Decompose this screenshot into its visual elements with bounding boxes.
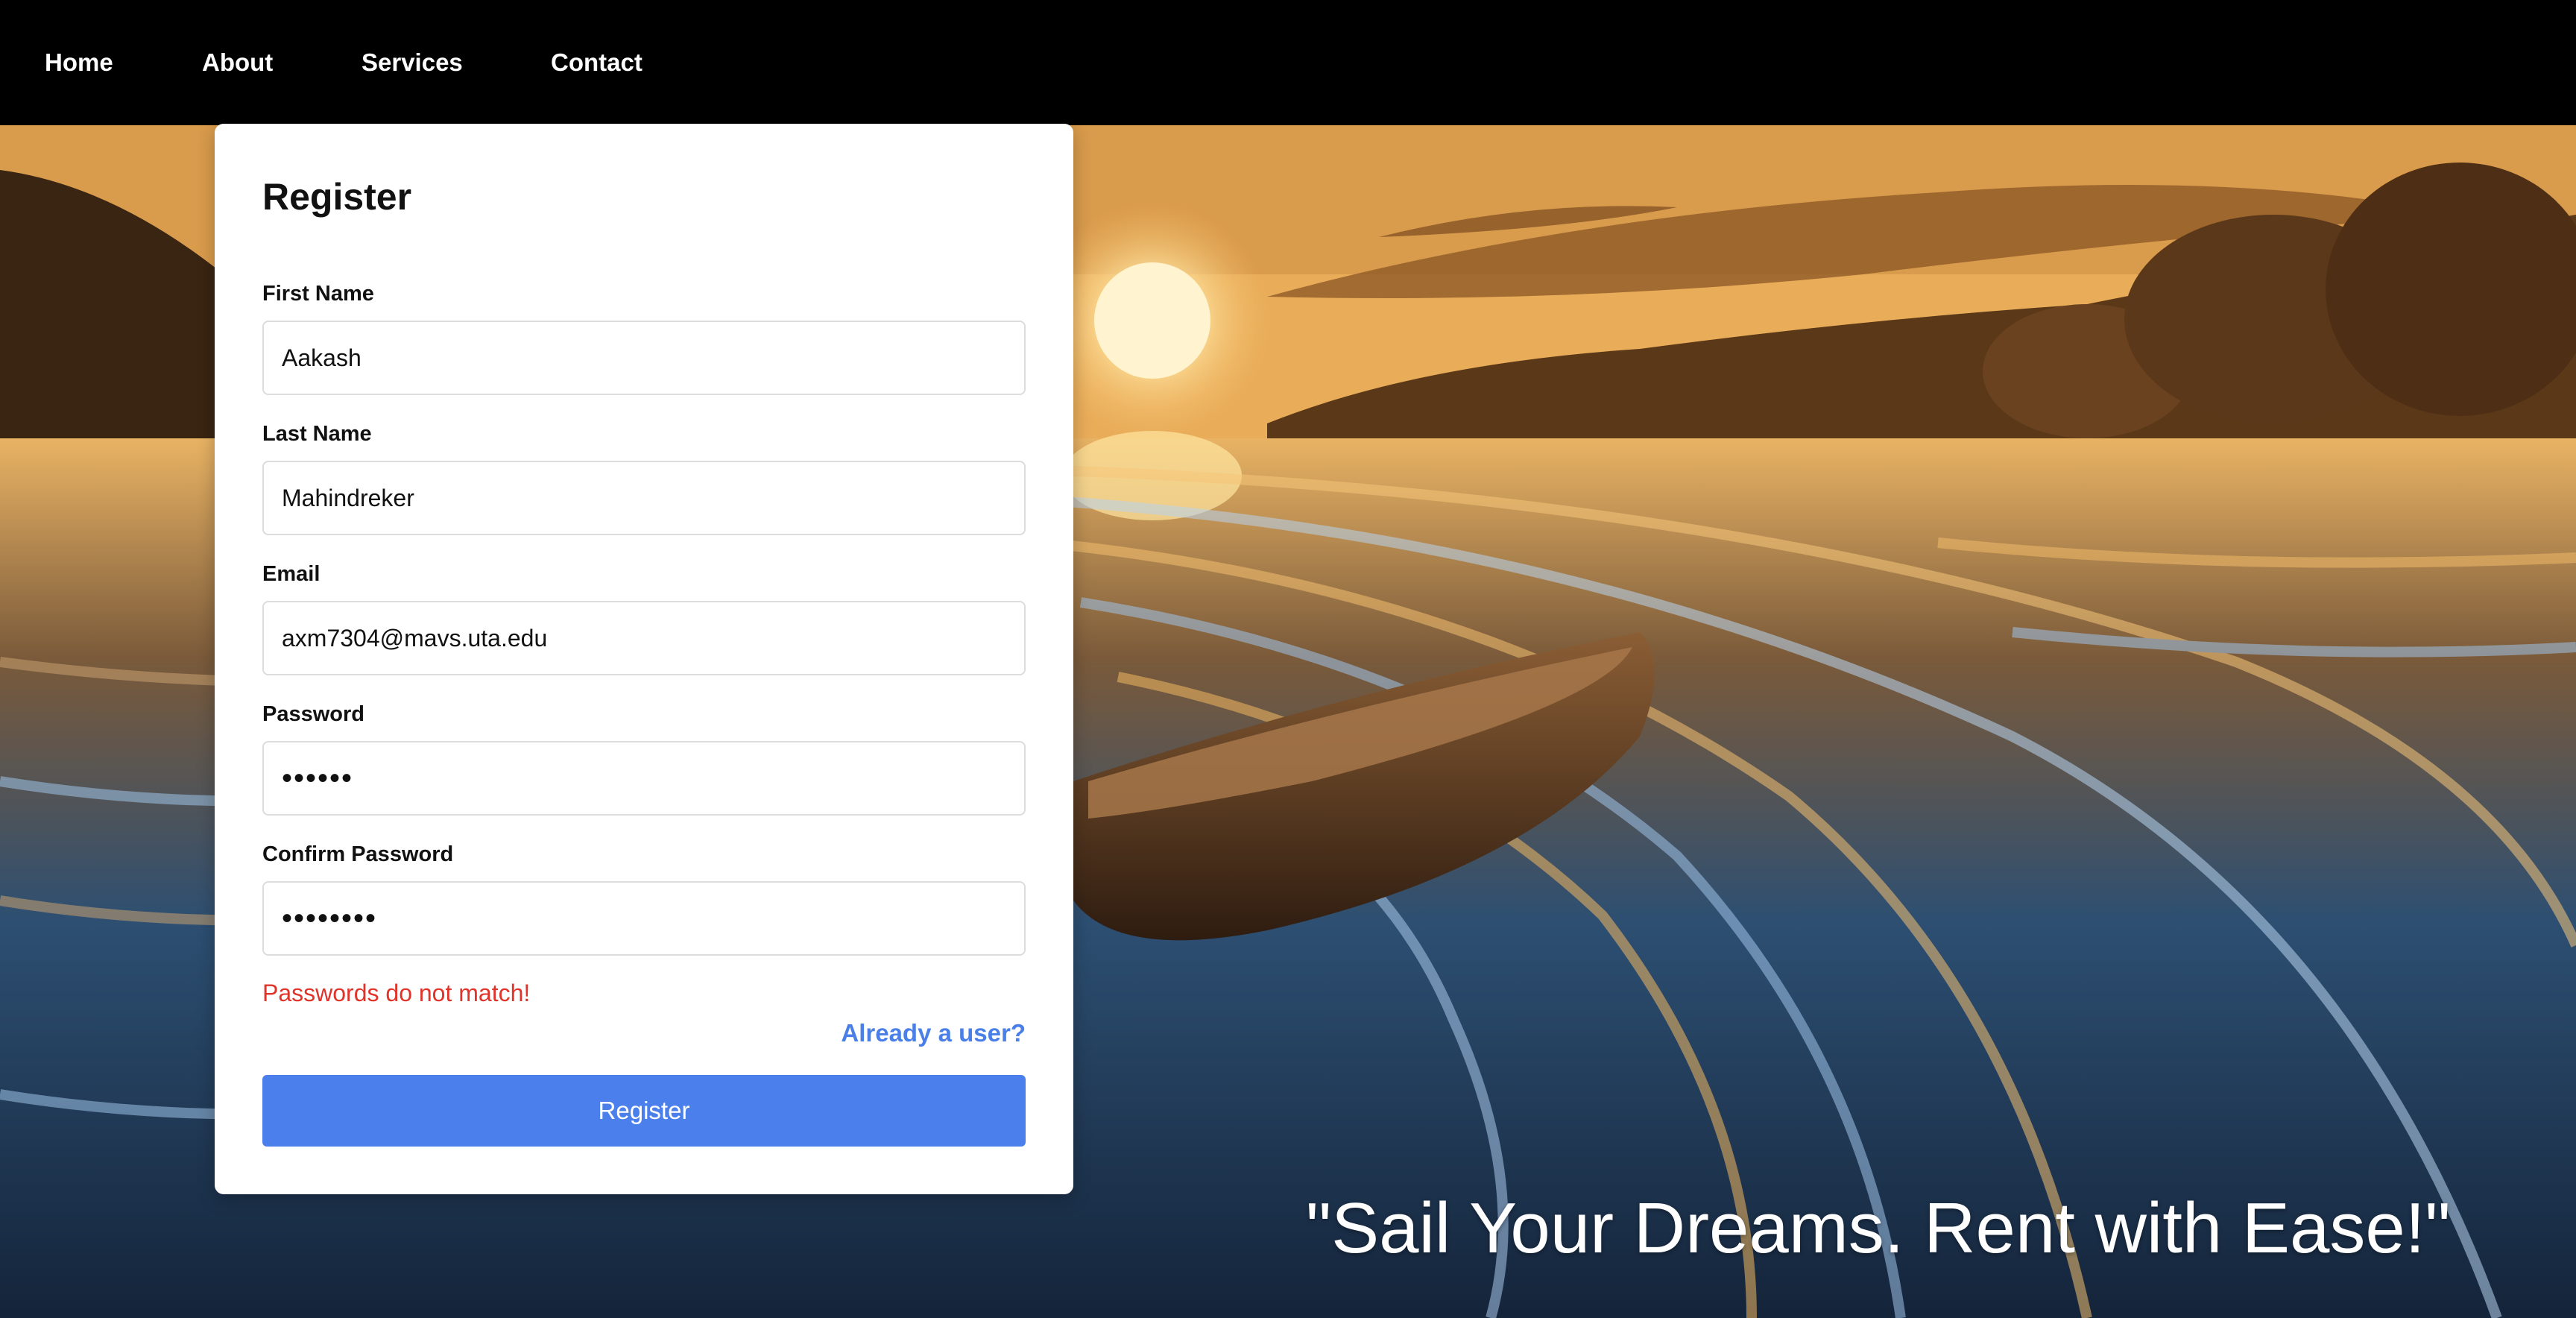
last-name-input[interactable] [262, 461, 1026, 535]
nav-about-link[interactable]: About [202, 46, 273, 79]
register-card: Register First Name Last Name Email Pass… [215, 124, 1073, 1194]
password-mismatch-error: Passwords do not match! [262, 980, 531, 1006]
already-user-link[interactable]: Already a user? [841, 1018, 1026, 1048]
email-input[interactable] [262, 601, 1026, 675]
password-input[interactable] [262, 741, 1026, 816]
confirm-password-label: Confirm Password [262, 842, 454, 866]
password-label: Password [262, 702, 364, 726]
nav-contact-link[interactable]: Contact [551, 46, 643, 79]
confirm-password-input[interactable] [262, 881, 1026, 956]
nav-services-link[interactable]: Services [362, 46, 463, 79]
nav-home-link[interactable]: Home [45, 46, 113, 79]
register-title: Register [262, 176, 412, 218]
hero-tagline: "Sail Your Dreams. Rent with Ease!" [1306, 1188, 2451, 1268]
last-name-label: Last Name [262, 422, 372, 446]
first-name-label: First Name [262, 282, 374, 306]
top-navbar: Home About Services Contact [0, 0, 2576, 125]
email-label: Email [262, 562, 321, 586]
first-name-input[interactable] [262, 321, 1026, 395]
register-button[interactable]: Register [262, 1075, 1026, 1147]
